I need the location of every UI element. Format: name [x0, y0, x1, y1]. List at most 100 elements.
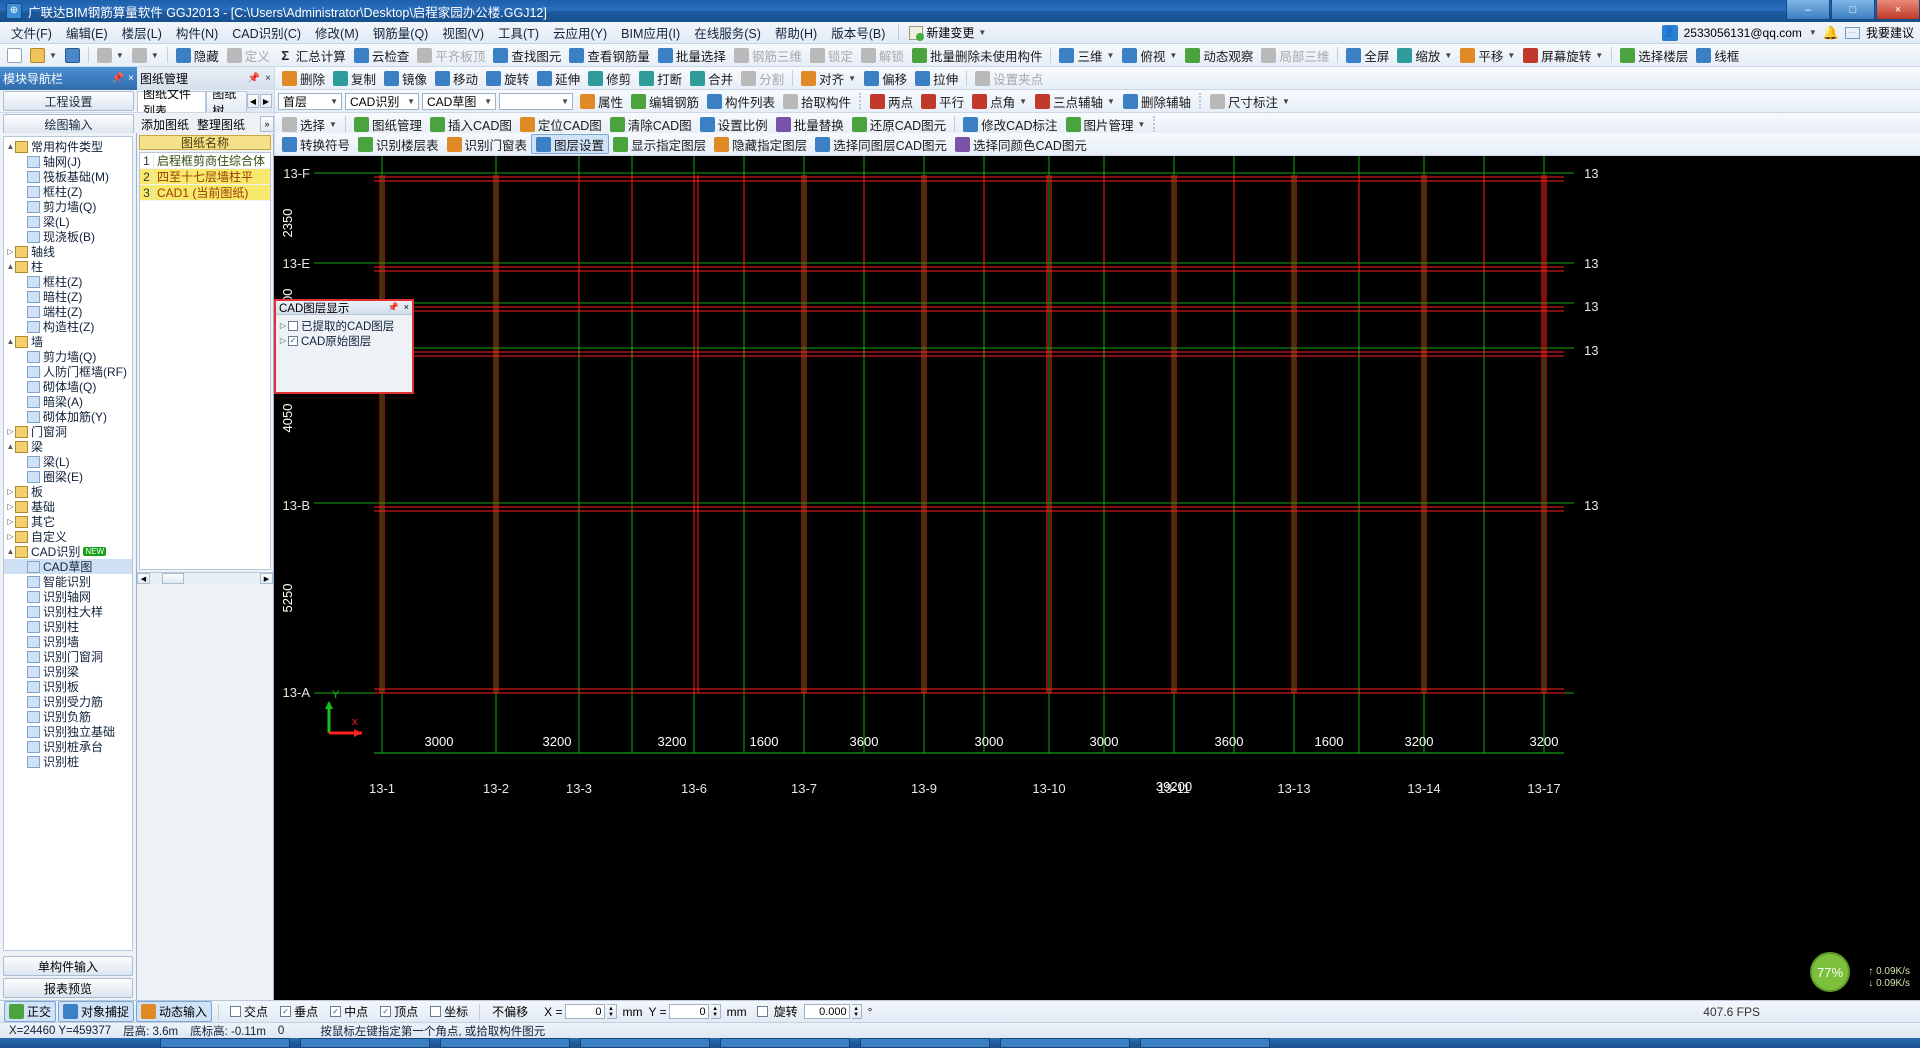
mirror-button[interactable]: 镜像	[380, 68, 431, 88]
show-specified-layer-button[interactable]: 显示指定图层	[609, 134, 710, 154]
select-floor-button[interactable]: 选择楼层	[1616, 45, 1692, 65]
blank-select[interactable]: ▼	[499, 92, 573, 110]
tree-item-基础[interactable]: ▷ 基础	[4, 499, 132, 514]
cad-layer-row[interactable]: ▷ ✓ CAD原始图层	[278, 333, 410, 348]
identify-floor-table-button[interactable]: 识别楼层表	[354, 134, 443, 154]
snap-midpoint[interactable]: ✓ 中点	[325, 1001, 373, 1022]
notification-bell-icon[interactable]: 🔔	[1823, 25, 1839, 41]
tree-expander-icon[interactable]: ▷	[6, 247, 15, 256]
tree-item-智能识别[interactable]: 智能识别	[4, 574, 132, 589]
tree-item-板[interactable]: ▷ 板	[4, 484, 132, 499]
tree-item-门窗洞[interactable]: ▷ 门窗洞	[4, 424, 132, 439]
menu-cloud-apps[interactable]: 云应用(Y)	[546, 21, 614, 44]
snap-intersection-checkbox[interactable]	[230, 1006, 242, 1017]
batch-delete-unused-button[interactable]: 批量删除未使用构件	[908, 45, 1047, 65]
floor-select[interactable]: 首层 ▼	[278, 92, 342, 110]
locate-cad-button[interactable]: 定位CAD图	[516, 114, 606, 134]
drawing-list-row[interactable]: 2 四至十七层墙柱平	[140, 169, 270, 185]
dynamic-observe-button[interactable]: 动态观察	[1181, 45, 1257, 65]
rotate-button[interactable]: 旋转	[482, 68, 533, 88]
rotate-stepper[interactable]: ▲ ▼	[851, 1004, 862, 1019]
zoom-level-indicator[interactable]: 77%	[1810, 952, 1850, 992]
zoom-button[interactable]: 缩放 ▼	[1393, 45, 1456, 65]
taskbar-item[interactable]	[440, 1038, 570, 1048]
select-arrow-button[interactable]: 选择 ▼	[278, 114, 341, 134]
menu-view[interactable]: 视图(V)	[435, 21, 491, 44]
tree-item-梁l[interactable]: 梁(L)	[4, 214, 132, 229]
view-rebar-qty-button[interactable]: 查看钢筋量	[565, 45, 654, 65]
snap-midpoint-checkbox[interactable]: ✓	[330, 1006, 342, 1017]
offset-x-input[interactable]: 0	[564, 1004, 605, 1019]
chevron-down-icon[interactable]: ▼	[1169, 51, 1177, 60]
drawing-panel-more-icon[interactable]: »	[260, 116, 274, 132]
menu-modify[interactable]: 修改(M)	[308, 21, 366, 44]
top-view-button[interactable]: 俯视 ▼	[1118, 45, 1181, 65]
drawing-list-hscrollbar[interactable]: ◀ ▶	[137, 571, 273, 585]
drawing-tab-tree[interactable]: 图纸树	[206, 90, 247, 112]
snap-perpendicular-checkbox[interactable]: ✓	[280, 1006, 292, 1017]
chevron-down-icon[interactable]: ▼	[1107, 97, 1115, 106]
tree-item-梁l[interactable]: 梁(L)	[4, 454, 132, 469]
chevron-down-icon[interactable]: ▼	[1106, 51, 1114, 60]
two-point-button[interactable]: 两点	[866, 91, 917, 111]
point-angle-button[interactable]: 点角 ▼	[968, 91, 1031, 111]
copy-button[interactable]: 复制	[329, 68, 380, 88]
tree-item-砌体加筋y[interactable]: 砌体加筋(Y)	[4, 409, 132, 424]
find-element-button[interactable]: 查找图元	[489, 45, 565, 65]
batch-replace-button[interactable]: 批量替换	[772, 114, 848, 134]
chevron-down-icon[interactable]: ▼	[1595, 51, 1603, 60]
menu-edit[interactable]: 编辑(E)	[59, 21, 115, 44]
snap-coordinate[interactable]: 坐标	[425, 1001, 473, 1022]
chevron-down-icon[interactable]: ▼	[151, 51, 159, 60]
tree-item-轴线[interactable]: ▷ 轴线	[4, 244, 132, 259]
identify-door-window-table-button[interactable]: 识别门窗表	[443, 134, 532, 154]
component-tree[interactable]: ▲ 常用构件类型 轴网(J) 筏板基础(M) 框柱(Z) 剪力墙(Q) 梁(L) 现浇板(B)…	[3, 136, 133, 951]
cad-layer-row[interactable]: ▷ 已提取的CAD图层	[278, 318, 410, 333]
offset-y-input[interactable]: 0	[668, 1004, 709, 1019]
select-same-layer-button[interactable]: 选择同图层CAD图元	[811, 134, 951, 154]
organize-drawing-button[interactable]: 整理图纸	[193, 116, 249, 133]
chevron-down-icon[interactable]: ▼	[407, 97, 418, 106]
tree-item-识别轴网[interactable]: 识别轴网	[4, 589, 132, 604]
open-file-button[interactable]: ▼	[26, 45, 61, 65]
menu-rebar-qty[interactable]: 钢筋量(Q)	[366, 21, 436, 44]
menu-online-service[interactable]: 在线服务(S)	[687, 21, 768, 44]
tree-expander-icon[interactable]: ▷	[278, 336, 288, 345]
drawing-list[interactable]: 1 启程框剪商住综合体 2 四至十七层墙柱平 3 CAD1 (当前图纸)	[139, 152, 271, 570]
modify-cad-dim-button[interactable]: 修改CAD标注	[959, 114, 1061, 134]
tree-item-暗柱z[interactable]: 暗柱(Z)	[4, 289, 132, 304]
cad-layer-close-icon[interactable]: ×	[404, 302, 409, 313]
menu-version[interactable]: 版本号(B)	[824, 21, 892, 44]
hscroll-left-icon[interactable]: ◀	[137, 573, 150, 584]
tree-item-识别墙[interactable]: 识别墙	[4, 634, 132, 649]
nav-button-draw-input[interactable]: 绘图输入	[3, 114, 134, 134]
component-list-button[interactable]: 构件列表	[703, 91, 779, 111]
minimize-button[interactable]: –	[1786, 0, 1830, 20]
taskbar-item[interactable]	[860, 1038, 990, 1048]
hscroll-thumb[interactable]	[162, 573, 184, 584]
chevron-down-icon[interactable]: ▼	[329, 120, 337, 129]
cad-layer-display-panel[interactable]: CAD图层显示 📌 × ▷ 已提取的CAD图层 ▷ ✓ CAD原始图层	[274, 299, 414, 394]
add-drawing-button[interactable]: 添加图纸	[137, 116, 193, 133]
taskbar-item[interactable]	[160, 1038, 290, 1048]
drawing-tab-prev-icon[interactable]: ◀	[247, 94, 259, 108]
three-point-aux-axis-button[interactable]: 三点辅轴 ▼	[1031, 91, 1119, 111]
image-manage-button[interactable]: 图片管理 ▼	[1062, 114, 1150, 134]
toggle-object-snap[interactable]: 对象捕捉	[58, 1001, 135, 1022]
taskbar-item[interactable]	[1140, 1038, 1270, 1048]
cloud-check-button[interactable]: 云检查	[350, 45, 414, 65]
nav-button-report-preview[interactable]: 报表预览	[3, 978, 133, 998]
os-taskbar[interactable]	[0, 1038, 1920, 1048]
toggle-dynamic-input[interactable]: 动态输入	[136, 1001, 213, 1022]
snap-vertex-checkbox[interactable]: ✓	[380, 1006, 392, 1017]
chevron-down-icon[interactable]: ▼	[1282, 97, 1290, 106]
tree-item-端柱z[interactable]: 端柱(Z)	[4, 304, 132, 319]
drawing-select[interactable]: CAD草图 ▼	[422, 92, 496, 110]
tree-item-cad识别[interactable]: ▲ CAD识别 NEW	[4, 544, 132, 559]
account-email[interactable]: 2533056131@qq.com	[1684, 26, 1802, 40]
screen-rotate-button[interactable]: 屏幕旋转 ▼	[1519, 45, 1607, 65]
new-file-button[interactable]	[3, 45, 26, 65]
tree-item-剪力墙q[interactable]: 剪力墙(Q)	[4, 199, 132, 214]
stretch-button[interactable]: 拉伸	[911, 68, 962, 88]
chevron-down-icon[interactable]: ▼	[1444, 51, 1452, 60]
